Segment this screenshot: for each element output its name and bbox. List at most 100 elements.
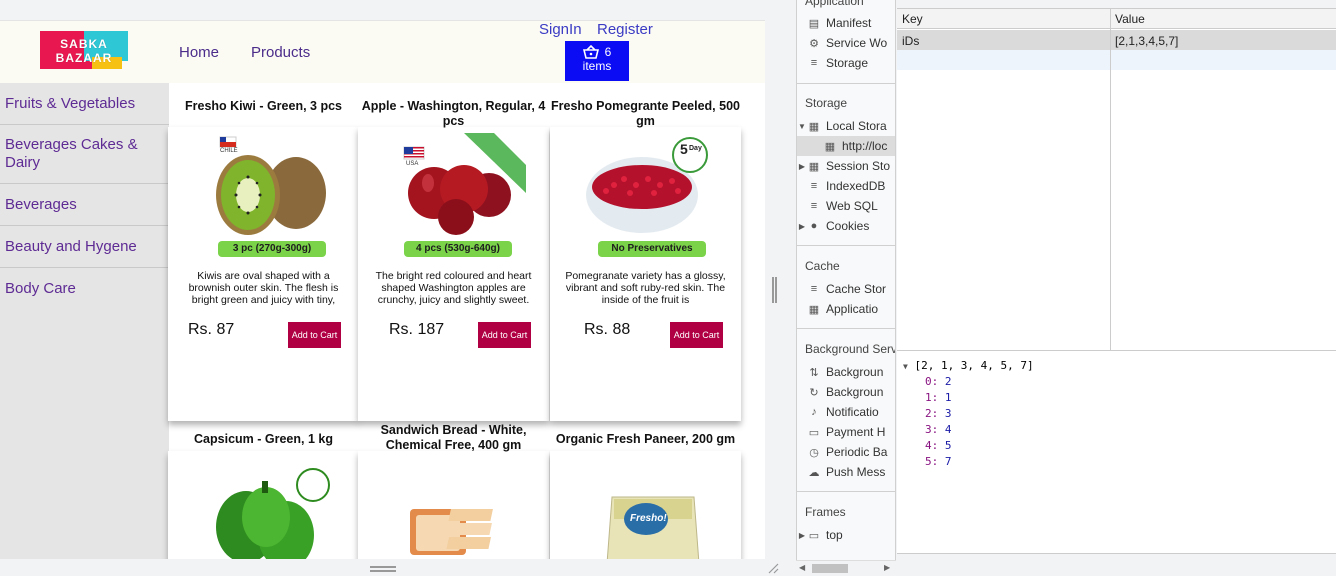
site-viewport: SABKA BAZAAR Home Products SignIn Regist… [0, 20, 765, 559]
devtools-storage-panel: Key Value iDs [2,1,3,4,5,7] ▼ [2, 1, 3, … [897, 0, 1336, 576]
bread-image [398, 457, 530, 559]
add-to-cart-button[interactable]: Add to Cart [670, 322, 723, 348]
pack-size-badge: 4 pcs (530g-640g) [404, 241, 512, 257]
database-icon: ≡ [810, 180, 818, 192]
logo-text-line1: SABKA [60, 37, 108, 51]
product-price: Rs. 87 [188, 321, 235, 338]
value-preview: ▼ [2, 1, 3, 4, 5, 7] 0: 2 1: 1 2: 3 3: 4… [897, 352, 1336, 552]
preview-entry: 3: 4 [925, 423, 952, 436]
sidebar-item-service-workers[interactable]: ⚙ Service Wo [797, 33, 895, 53]
sidebar-item-cookies[interactable]: ▶ ● Cookies [797, 216, 895, 236]
site-header: SABKA BAZAAR Home Products SignIn Regist… [0, 21, 765, 83]
section-frames: Frames [805, 505, 846, 519]
sidebar-item-web-sql[interactable]: ≡ Web SQL [797, 196, 895, 216]
product-card-capsicum: Capsicum - Green, 1 kg [168, 432, 359, 559]
register-link[interactable]: Register [597, 21, 653, 38]
product-description: Pomegranate variety has a glossy, vibran… [565, 270, 726, 306]
sidebar-item-session-storage[interactable]: ▶ ▦ Session Sto [797, 156, 895, 176]
sidebar-item-cache-storage[interactable]: ≡ Cache Stor [797, 279, 895, 299]
sidebar-item-localhost-origin[interactable]: ▦ http://loc [797, 136, 895, 156]
kiwi-image: 3 pc (270g-300g) CHILE [208, 133, 340, 257]
expanded-arrow-icon: ▼ [798, 121, 806, 131]
signin-link[interactable]: SignIn [539, 21, 582, 38]
scrollbar-thumb[interactable] [812, 564, 848, 573]
value-column-header[interactable]: Value [1115, 12, 1145, 26]
product-price: Rs. 88 [584, 321, 631, 338]
product-card-apple: Apple - Washington, Regular, 4 pcs Regul… [358, 99, 549, 421]
product-title: Capsicum - Green, 1 kg [194, 432, 333, 446]
apple-image: Regular USA 4 pcs (530g-640g) [394, 133, 526, 257]
sidebar-item-push-messaging[interactable]: ☁ Push Mess [797, 462, 895, 482]
frame-icon: ▭ [808, 529, 820, 542]
category-sidebar: Fruits & Vegetables Beverages Cakes & Da… [0, 83, 169, 559]
product-card-pomegranate: Fresho Pomegrante Peeled, 500 gm 5 Day N… [550, 99, 741, 421]
nav-products-link[interactable]: Products [251, 44, 310, 61]
nav-home-link[interactable]: Home [179, 44, 219, 61]
scroll-left-icon[interactable]: ◀ [799, 563, 805, 572]
resize-corner-icon[interactable] [767, 562, 779, 574]
sidebar-item-periodic-background-sync[interactable]: ◷ Periodic Ba [797, 442, 895, 462]
preview-entry: 5: 7 [925, 455, 952, 468]
category-body-care[interactable]: Body Care [0, 268, 169, 310]
row-value: [2,1,3,4,5,7] [1115, 34, 1179, 48]
scroll-right-icon[interactable]: ▶ [884, 563, 890, 572]
preview-entry: 0: 2 [925, 375, 952, 388]
product-title: Organic Fresh Paneer, 200 gm [555, 432, 736, 446]
table-header: Key Value [897, 9, 1336, 29]
cookie-icon: ● [810, 220, 818, 232]
sidebar-item-storage[interactable]: ≡ Storage [797, 53, 895, 73]
preview-summary: [2, 1, 3, 4, 5, 7] [914, 359, 1034, 372]
sidebar-item-local-storage[interactable]: ▼ ▦ Local Stora [797, 116, 895, 136]
product-title: Apple - Washington, Regular, 4 pcs [361, 99, 546, 128]
sidebar-item-indexeddb[interactable]: ≡ IndexedDB [797, 176, 895, 196]
pomegranate-image: 5 Day No Preservatives [584, 133, 716, 257]
origin-label: CHILE [220, 148, 238, 154]
sidebar-item-notifications[interactable]: ♪ Notificatio [797, 402, 895, 422]
sidebar-horizontal-scrollbar[interactable]: ◀ ▶ [796, 560, 896, 576]
viewport-resize-handle-bottom[interactable] [370, 566, 396, 572]
storage-toolbar [897, 0, 1336, 9]
product-title: Sandwich Bread - White, Chemical Free, 4… [380, 423, 527, 452]
grid-icon: ▦ [808, 160, 820, 173]
table-row-empty[interactable] [897, 50, 1336, 70]
category-beauty-hygene[interactable]: Beauty and Hygene [0, 226, 169, 268]
gear-icon: ⚙ [809, 37, 819, 50]
add-to-cart-button[interactable]: Add to Cart [478, 322, 531, 348]
category-beverages[interactable]: Beverages [0, 184, 169, 226]
sidebar-item-background-fetch[interactable]: ⇅ Backgroun [797, 362, 895, 382]
grid-icon: ▦ [808, 120, 820, 133]
database-icon: ≡ [810, 57, 818, 69]
section-cache: Cache [805, 259, 840, 273]
product-title: Fresho Kiwi - Green, 3 pcs [185, 99, 342, 113]
section-application: Application [805, 0, 864, 8]
cart-button[interactable]: 6 items [565, 41, 629, 81]
paneer-image: Fresho! [590, 457, 722, 559]
database-icon: ≡ [810, 200, 818, 212]
key-column-header[interactable]: Key [902, 12, 923, 26]
sidebar-item-background-sync[interactable]: ↻ Backgroun [797, 382, 895, 402]
preview-summary-row[interactable]: ▼ [2, 1, 3, 4, 5, 7] [903, 359, 1034, 372]
sabka-bazaar-logo[interactable]: SABKA BAZAAR [40, 31, 128, 69]
category-beverages-cakes-dairy[interactable]: Beverages Cakes & Dairy [0, 125, 169, 184]
preview-entry: 4: 5 [925, 439, 952, 452]
product-card-bread: Sandwich Bread - White, Chemical Free, 4… [358, 423, 549, 559]
sync-arrows-icon: ⇅ [809, 366, 819, 379]
bell-icon: ♪ [811, 406, 817, 418]
cloud-icon: ☁ [808, 466, 820, 479]
category-fruits-vegetables[interactable]: Fruits & Vegetables [0, 83, 169, 125]
sidebar-item-payment-handler[interactable]: ▭ Payment H [797, 422, 895, 442]
product-card-paneer: Organic Fresh Paneer, 200 gm Fresho! [550, 432, 741, 559]
capsicum-image [208, 457, 340, 559]
row-key: iDs [902, 34, 920, 48]
sidebar-item-application-cache[interactable]: ▦ Applicatio [797, 299, 895, 319]
add-to-cart-button[interactable]: Add to Cart [288, 322, 341, 348]
preview-entry: 2: 3 [925, 407, 952, 420]
sidebar-item-frame-top[interactable]: ▶ ▭ top [797, 525, 895, 545]
local-storage-table: Key Value iDs [2,1,3,4,5,7] [897, 9, 1336, 351]
table-row[interactable]: iDs [2,1,3,4,5,7] [897, 30, 1336, 50]
sidebar-item-manifest[interactable]: ▤ Manifest [797, 13, 895, 33]
cart-items-label: items [582, 59, 612, 73]
viewport-resize-handle-right[interactable] [772, 277, 777, 303]
expanded-arrow-icon: ▼ [903, 362, 908, 371]
section-background-services: Background Servi [805, 342, 896, 356]
